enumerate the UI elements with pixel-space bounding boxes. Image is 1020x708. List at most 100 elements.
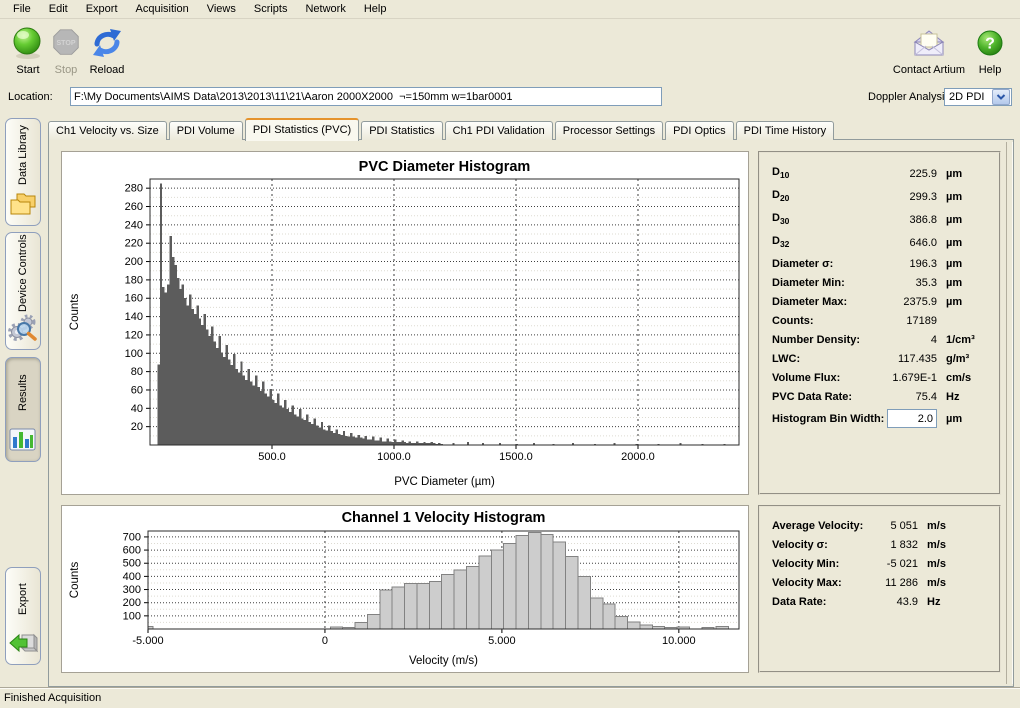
stat-unit: m/s: [918, 520, 987, 532]
menu-item-scripts[interactable]: Scripts: [245, 1, 297, 17]
tab-processor-settings[interactable]: Processor Settings: [555, 121, 663, 140]
y-tick-label: 280: [125, 183, 143, 195]
sidebar-item-data-library[interactable]: Data Library: [5, 118, 41, 226]
stat-unit: µm: [937, 214, 987, 226]
x-tick-label: 0: [322, 635, 328, 647]
y-axis-label: Counts: [69, 562, 81, 599]
stat-value: 75.4: [877, 391, 937, 403]
stat-row: Diameter σ:196.3µm: [772, 254, 987, 273]
start-button-label: Start: [6, 64, 50, 76]
y-tick-label: 240: [125, 219, 143, 231]
y-tick-label: 300: [123, 584, 141, 596]
x-axis-label: PVC Diameter (µm): [394, 476, 495, 488]
tab-pdi-statistics[interactable]: PDI Statistics: [361, 121, 442, 140]
menu-item-network[interactable]: Network: [296, 1, 354, 17]
sidebar-item-export[interactable]: Export: [5, 567, 41, 665]
stop-icon: STOP: [48, 24, 84, 62]
x-tick-label: 2000.0: [621, 451, 655, 463]
stat-unit: cm/s: [937, 372, 987, 384]
y-tick-label: 700: [123, 531, 141, 543]
stat-value: 17189: [877, 315, 937, 327]
stat-unit: µm: [937, 277, 987, 289]
stop-button[interactable]: STOP Stop: [48, 24, 84, 76]
stat-value: 43.9: [876, 596, 918, 608]
tab-pdi-optics[interactable]: PDI Optics: [665, 121, 734, 140]
tab-ch1-velocity-vs-size[interactable]: Ch1 Velocity vs. Size: [48, 121, 167, 140]
stat-label: Number Density:: [772, 334, 877, 346]
stat-unit: µm: [937, 258, 987, 270]
stat-unit: µm: [937, 237, 987, 249]
stat-label: Diameter σ:: [772, 258, 877, 270]
stat-row: PVC Data Rate:75.4Hz: [772, 387, 987, 406]
stat-row: Average Velocity:5 051m/s: [772, 516, 987, 535]
sidebar-item-device-controls[interactable]: Device Controls: [5, 232, 41, 350]
velocity-histogram-chart: 100200300400500600700-5.00005.00010.000C…: [62, 506, 748, 672]
tab-pdi-statistics-pvc-[interactable]: PDI Statistics (PVC): [245, 118, 359, 141]
stat-label: D30: [772, 212, 877, 226]
tab-ch1-pdi-validation[interactable]: Ch1 PDI Validation: [445, 121, 553, 140]
menu-item-acquisition[interactable]: Acquisition: [127, 1, 198, 17]
vertical-splitter[interactable]: [1006, 142, 1013, 684]
menu-item-views[interactable]: Views: [198, 1, 245, 17]
y-tick-label: 120: [125, 329, 143, 341]
x-tick-label: 1000.0: [377, 451, 411, 463]
stat-unit: m/s: [918, 558, 987, 570]
y-tick-label: 180: [125, 274, 143, 286]
menu-item-file[interactable]: File: [4, 1, 40, 17]
histogram-bin-width-input[interactable]: [887, 409, 937, 428]
menu-item-edit[interactable]: Edit: [40, 1, 77, 17]
tab-page-pdi-statistics-pvc: 2040608010012014016018020022024026028050…: [48, 139, 1014, 687]
stat-row: LWC:117.435g/m³: [772, 349, 987, 368]
reload-button[interactable]: Reload: [84, 24, 130, 76]
velocity-stats-panel: Average Velocity:5 051m/sVelocity σ:1 83…: [758, 505, 1001, 673]
sidebar-item-results[interactable]: Results: [5, 357, 41, 462]
y-tick-label: 500: [123, 558, 141, 570]
y-tick-label: 100: [125, 348, 143, 360]
x-tick-label: -5.000: [132, 635, 163, 647]
location-input[interactable]: [70, 87, 662, 106]
x-tick-label: 10.000: [662, 635, 696, 647]
tab-pdi-volume[interactable]: PDI Volume: [169, 121, 243, 140]
stat-unit: µm: [937, 296, 987, 308]
y-axis-label: Counts: [69, 294, 81, 331]
y-tick-label: 260: [125, 201, 143, 213]
help-icon: ?: [972, 24, 1008, 62]
sidebar-item-label: Data Library: [17, 119, 29, 191]
stat-row: Histogram Bin Width:µm: [772, 406, 987, 431]
folders-icon: [8, 191, 38, 220]
stat-label: D32: [772, 235, 877, 249]
stat-unit: Hz: [918, 596, 987, 608]
stop-button-label: Stop: [48, 64, 84, 76]
diameter-stats-panel: D10225.9µmD20299.3µmD30386.8µmD32646.0µm…: [758, 151, 1001, 495]
stat-unit: Hz: [937, 391, 987, 403]
doppler-analysis-select[interactable]: 2D PDI: [944, 88, 1012, 106]
y-tick-label: 600: [123, 545, 141, 557]
contact-artium-button[interactable]: Contact Artium: [886, 24, 972, 76]
stat-value: -5 021: [876, 558, 918, 570]
stat-value: 117.435: [877, 353, 937, 365]
stat-label: Average Velocity:: [772, 520, 876, 532]
stat-value: 646.0: [877, 237, 937, 249]
stat-row: Number Density:41/cm³: [772, 330, 987, 349]
stat-value: 11 286: [876, 577, 918, 589]
reload-button-label: Reload: [84, 64, 130, 76]
y-tick-label: 100: [123, 610, 141, 622]
stat-label: Velocity Min:: [772, 558, 876, 570]
stat-row: Diameter Min:35.3µm: [772, 273, 987, 292]
start-button[interactable]: Start: [6, 24, 50, 76]
toolbar: Start STOP Stop Reload: [0, 20, 1020, 82]
stat-value: 1 832: [876, 539, 918, 551]
help-button[interactable]: ? Help: [972, 24, 1008, 76]
stat-label: Velocity Max:: [772, 577, 876, 589]
stat-row: Diameter Max:2375.9µm: [772, 292, 987, 311]
y-tick-label: 400: [123, 571, 141, 583]
y-tick-label: 200: [123, 597, 141, 609]
menu-item-export[interactable]: Export: [77, 1, 127, 17]
contact-artium-label: Contact Artium: [886, 64, 972, 76]
stat-value: 2375.9: [877, 296, 937, 308]
menu-item-help[interactable]: Help: [355, 1, 396, 17]
tab-strip: Ch1 Velocity vs. SizePDI VolumePDI Stati…: [48, 116, 836, 140]
tab-pdi-time-history[interactable]: PDI Time History: [736, 121, 835, 140]
envelope-icon: [886, 24, 972, 62]
y-tick-label: 140: [125, 311, 143, 323]
